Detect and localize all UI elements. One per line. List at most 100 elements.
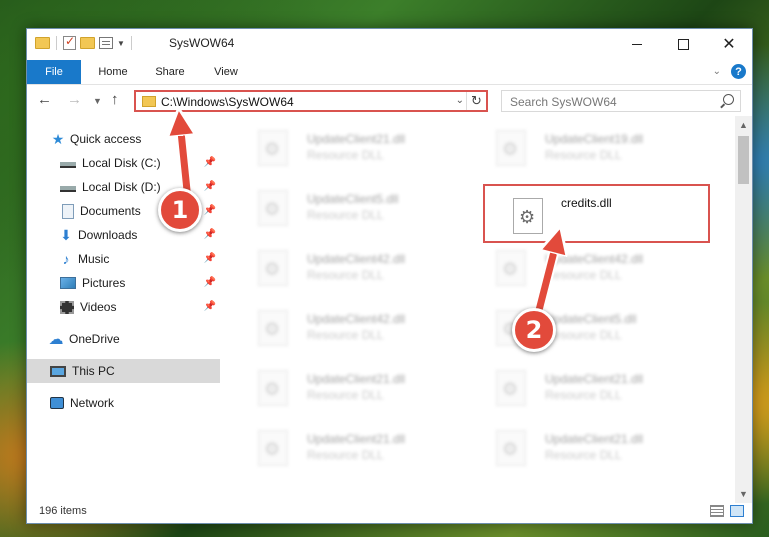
tab-view[interactable]: View [207,60,245,84]
help-icon[interactable]: ? [731,64,746,79]
list-item[interactable]: UpdateClient21.dll Resource DLL [232,420,457,472]
dll-file-icon [258,130,288,166]
star-icon: ★ [51,130,65,147]
sidebar-item-label: Pictures [82,276,126,290]
file-type: Resource DLL [307,448,384,462]
pin-icon[interactable]: 📌 [204,301,216,312]
computer-icon [50,365,66,377]
list-item[interactable]: UpdateClient5.dll Resource DLL [232,180,457,232]
list-item[interactable]: UpdateClient42.dll Resource DLL [470,240,695,292]
sidebar-item-onedrive[interactable]: ☁ OneDrive [27,327,220,351]
sidebar-item-this-pc[interactable]: This PC [27,359,220,383]
file-type: Resource DLL [545,268,622,282]
sidebar-item-pictures[interactable]: Pictures 📌 [27,271,220,295]
file-name: UpdateClient19.dll [545,132,644,146]
window-title: SysWOW64 [169,36,235,50]
tab-file[interactable]: File [27,60,81,84]
sidebar-item-network[interactable]: Network [27,391,220,415]
sidebar-item-label: Local Disk (C:) [82,156,161,170]
list-item[interactable]: UpdateClient5.dll Resource DLL [470,300,695,352]
navigation-pane: ★ Quick access Local Disk (C:) 📌 Local D… [27,127,220,503]
list-item[interactable]: UpdateClient42.dll Resource DLL [232,240,457,292]
file-list: UpdateClient21.dll Resource DLL UpdateCl… [220,116,735,503]
dll-file-icon [496,430,526,466]
pin-icon[interactable]: 📌 [204,253,216,264]
maximize-button[interactable] [660,29,706,59]
forward-button[interactable]: → [67,91,82,108]
file-type: Resource DLL [307,328,384,342]
close-button[interactable]: ✕ [706,29,752,59]
file-name: UpdateClient21.dll [307,432,406,446]
step-2-badge: 2 [512,308,556,352]
dll-file-icon [258,430,288,466]
pin-icon[interactable]: 📌 [204,181,216,192]
sidebar-item-label: Network [70,396,115,410]
address-bar[interactable]: C:\Windows\SysWOW64 ⌄ ↻ [134,90,488,112]
status-bar: 196 items [27,501,752,523]
file-name: UpdateClient21.dll [545,372,644,386]
pin-icon[interactable]: 📌 [204,229,216,240]
file-name: UpdateClient42.dll [307,312,406,326]
expand-ribbon-icon[interactable]: ⌄ [713,66,721,77]
pictures-icon [60,277,76,289]
refresh-button[interactable]: ↻ [466,92,486,110]
sidebar-item-music[interactable]: ♪ Music 📌 [27,247,220,271]
title-bar: ▼ SysWOW64 ✕ [27,29,752,60]
network-icon [50,397,64,409]
file-type: Resource DLL [545,448,622,462]
recent-locations-button[interactable]: ▼ [93,96,102,106]
file-type: Resource DLL [545,148,622,162]
minimize-button[interactable] [614,29,660,59]
details-view-icon[interactable] [710,505,724,517]
scroll-up-icon[interactable]: ▲ [735,120,752,130]
file-type: Resource DLL [545,388,622,402]
search-placeholder: Search SysWOW64 [510,95,617,109]
pin-icon[interactable]: 📌 [204,277,216,288]
search-input[interactable]: Search SysWOW64 [501,90,741,112]
pin-icon[interactable]: 📌 [204,157,216,168]
folder-icon [35,37,50,49]
file-type: Resource DLL [307,268,384,282]
list-item[interactable]: UpdateClient42.dll Resource DLL [232,300,457,352]
up-button[interactable]: ↑ [111,91,119,108]
dll-file-icon [258,190,288,226]
customize-icon[interactable] [99,37,113,49]
file-name: UpdateClient21.dll [307,132,406,146]
large-icons-view-icon[interactable] [730,505,744,517]
file-type: Resource DLL [307,388,384,402]
file-name: UpdateClient5.dll [545,312,637,326]
tab-share[interactable]: Share [148,60,192,84]
list-item[interactable]: UpdateClient21.dll Resource DLL [470,420,695,472]
window-controls: ✕ [614,29,752,59]
search-icon[interactable] [723,94,734,105]
list-item[interactable]: UpdateClient21.dll Resource DLL [232,360,457,412]
music-icon: ♪ [62,251,70,267]
navigation-bar: ← → ▼ ↑ C:\Windows\SysWOW64 ⌄ ↻ Search S… [27,86,752,116]
address-path[interactable]: C:\Windows\SysWOW64 [161,95,294,109]
item-count: 196 items [39,505,87,517]
properties-icon[interactable] [63,34,76,50]
list-item[interactable]: UpdateClient19.dll Resource DLL [470,120,695,172]
scroll-down-icon[interactable]: ▼ [735,489,752,499]
chevron-down-icon[interactable]: ⌄ [456,95,464,106]
scroll-thumb[interactable] [738,136,749,184]
sidebar-item-local-disk-c[interactable]: Local Disk (C:) 📌 [27,151,220,175]
back-button[interactable]: ← [37,91,52,108]
file-name: UpdateClient42.dll [307,252,406,266]
tab-home[interactable]: Home [90,60,136,84]
list-item[interactable]: UpdateClient21.dll Resource DLL [232,120,457,172]
step-1-badge: 1 [158,188,202,232]
sidebar-item-label: Videos [80,300,117,314]
new-folder-icon[interactable] [80,37,95,49]
vertical-scrollbar[interactable]: ▲ ▼ [735,116,752,503]
chevron-down-icon[interactable]: ▼ [117,39,125,48]
sidebar-item-label: Downloads [78,228,138,242]
sidebar-item-quick-access[interactable]: ★ Quick access [27,127,220,151]
cloud-icon: ☁ [48,331,64,348]
list-item[interactable]: UpdateClient21.dll Resource DLL [470,360,695,412]
explorer-window: ▼ SysWOW64 ✕ File Home Share View ⌄ ? ← … [26,28,753,524]
ribbon-right: ⌄ ? [713,64,746,79]
sidebar-item-videos[interactable]: Videos 📌 [27,295,220,319]
file-type: Resource DLL [307,208,384,222]
pin-icon[interactable]: 📌 [204,205,216,216]
